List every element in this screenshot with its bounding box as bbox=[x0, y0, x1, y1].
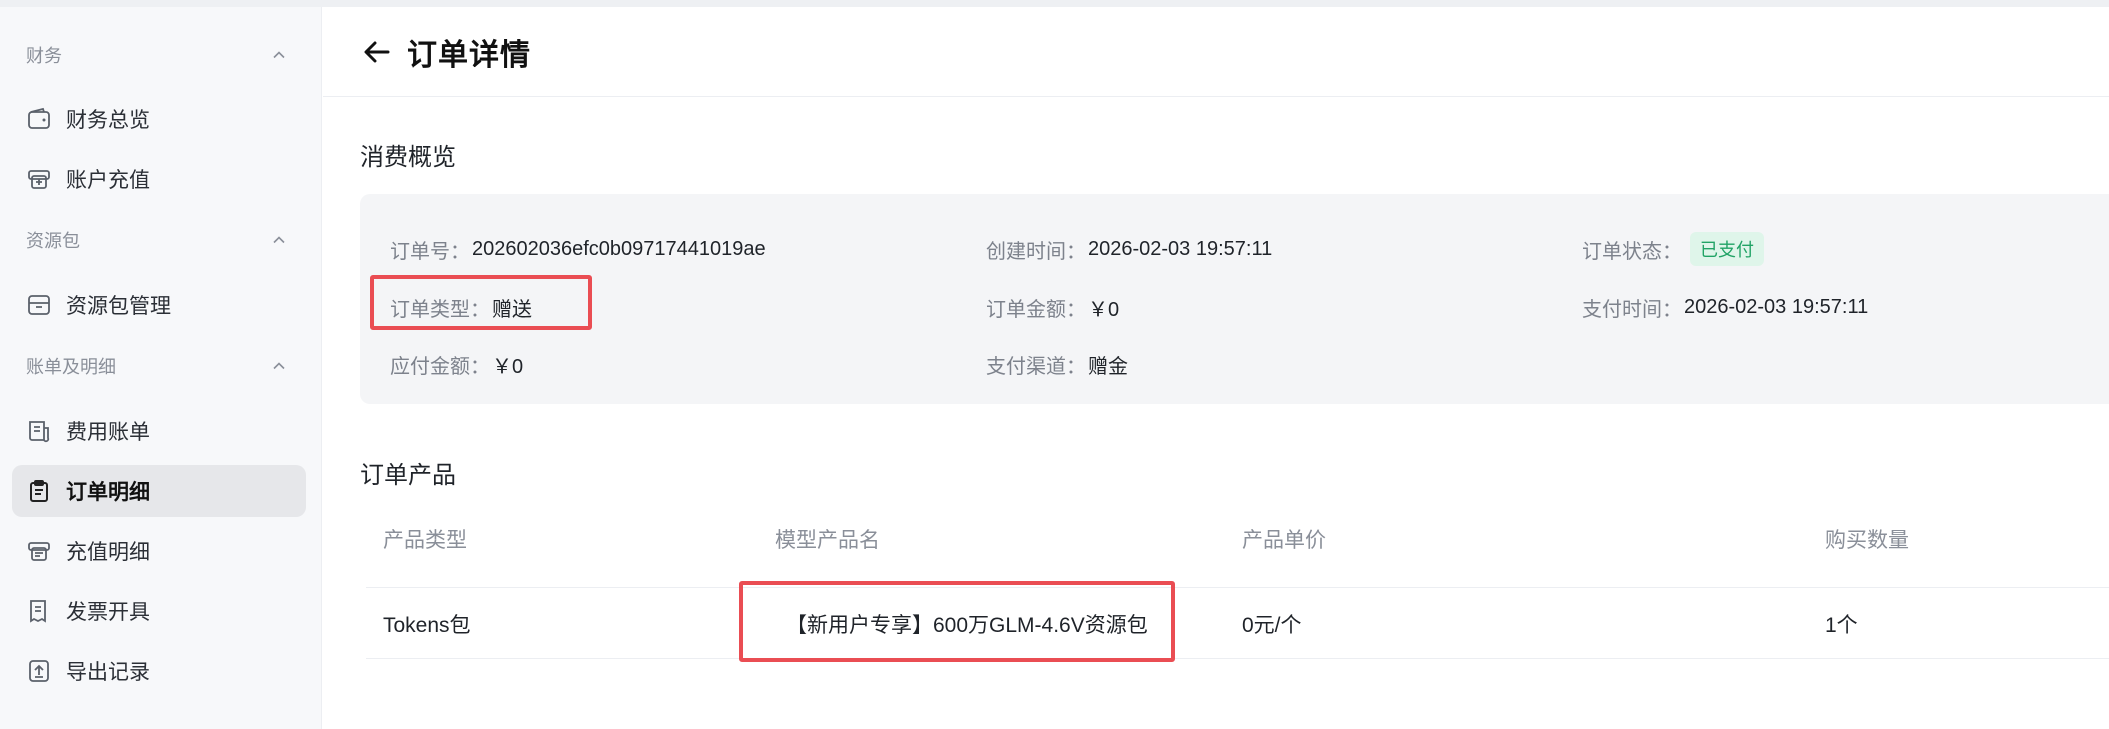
field-label: 支付渠道： bbox=[986, 355, 1086, 378]
recharge-icon bbox=[26, 166, 52, 192]
payment-channel-value: 赠金 bbox=[1088, 355, 1128, 378]
top-strip bbox=[0, 0, 2109, 7]
sidebar-item-label: 资源包管理 bbox=[66, 295, 171, 318]
clipboard-icon bbox=[26, 478, 52, 504]
sidebar-item-label: 订单明细 bbox=[66, 481, 150, 504]
sidebar-section-bills[interactable]: 账单及明细 bbox=[26, 351, 286, 381]
sidebar-item-recharge-detail[interactable]: 充值明细 bbox=[12, 525, 306, 577]
chevron-up-icon bbox=[273, 51, 285, 59]
payable-amount-field: 应付金额： ￥0 bbox=[390, 349, 523, 379]
page-header: 订单详情 bbox=[323, 7, 2109, 97]
sidebar-section-label: 资源包 bbox=[26, 231, 80, 251]
product-type-cell: Tokens包 bbox=[383, 614, 471, 637]
export-icon bbox=[26, 658, 52, 684]
payable-amount-value: ￥0 bbox=[492, 355, 524, 378]
status-badge: 已支付 bbox=[1690, 232, 1764, 266]
sidebar-section-label: 账单及明细 bbox=[26, 357, 116, 377]
payment-channel-field: 支付渠道： 赠金 bbox=[986, 349, 1128, 379]
sidebar-item-label: 发票开具 bbox=[66, 601, 150, 624]
payment-time-value: 2026-02-03 19:57:11 bbox=[1684, 295, 1869, 318]
column-header: 产品类型 bbox=[383, 529, 467, 552]
field-label: 订单号： bbox=[390, 240, 470, 263]
sidebar-item-expense-bill[interactable]: 费用账单 bbox=[12, 405, 306, 457]
sidebar-item-label: 导出记录 bbox=[66, 661, 150, 684]
sidebar-item-resource-pack-manage[interactable]: 资源包管理 bbox=[12, 279, 306, 331]
products-section-title: 订单产品 bbox=[360, 462, 456, 489]
sidebar-section-label: 财务 bbox=[26, 46, 62, 66]
order-amount-value: ￥0 bbox=[1088, 298, 1120, 321]
highlight-box-order-type bbox=[370, 275, 592, 330]
quantity-cell: 1个 bbox=[1825, 614, 1858, 637]
bill-icon bbox=[26, 418, 52, 444]
field-label: 应付金额： bbox=[390, 355, 490, 378]
invoice-icon bbox=[26, 598, 52, 624]
sidebar-item-finance-overview[interactable]: 财务总览 bbox=[12, 93, 306, 145]
sidebar-section-finance[interactable]: 财务 bbox=[26, 40, 286, 70]
created-time-field: 创建时间： 2026-02-03 19:57:11 bbox=[986, 234, 1272, 264]
sidebar-item-label: 充值明细 bbox=[66, 541, 150, 564]
sidebar-item-order-detail[interactable]: 订单明细 bbox=[12, 465, 306, 517]
field-label: 订单金额： bbox=[986, 298, 1086, 321]
order-amount-field: 订单金额： ￥0 bbox=[986, 292, 1119, 322]
back-arrow-icon[interactable] bbox=[361, 36, 393, 68]
field-label: 订单状态： bbox=[1582, 240, 1682, 263]
column-header: 产品单价 bbox=[1242, 529, 1326, 552]
highlight-box-product-name bbox=[739, 581, 1175, 662]
field-label: 支付时间： bbox=[1582, 298, 1682, 321]
package-icon bbox=[26, 292, 52, 318]
main-content: 订单详情 消费概览 订单号： 202602036efc0b09717441019… bbox=[323, 7, 2109, 729]
column-header: 模型产品名 bbox=[775, 529, 880, 552]
field-label: 创建时间： bbox=[986, 240, 1086, 263]
unit-price-cell: 0元/个 bbox=[1242, 614, 1302, 637]
chevron-up-icon bbox=[273, 236, 285, 244]
page-title: 订单详情 bbox=[407, 38, 531, 72]
payment-time-field: 支付时间： 2026-02-03 19:57:11 bbox=[1582, 292, 1868, 322]
sidebar-item-invoice[interactable]: 发票开具 bbox=[12, 585, 306, 637]
sidebar: 财务 财务总览 账户充值 资源包 资源包管理 账单及明细 费用账单 订单明细 充… bbox=[0, 7, 322, 729]
sidebar-item-export-records[interactable]: 导出记录 bbox=[12, 645, 306, 697]
summary-section-title: 消费概览 bbox=[360, 144, 456, 171]
table-row: Tokens包 【新用户专享】600万GLM-4.6V资源包 0元/个 1个 bbox=[366, 587, 2109, 659]
chevron-up-icon bbox=[273, 362, 285, 370]
sidebar-item-recharge[interactable]: 账户充值 bbox=[12, 153, 306, 205]
wallet-icon bbox=[26, 106, 52, 132]
order-summary-panel: 订单号： 202602036efc0b09717441019ae 创建时间： 2… bbox=[360, 194, 2109, 404]
order-status-field: 订单状态： 已支付 bbox=[1582, 232, 1764, 266]
sidebar-section-resource-pack[interactable]: 资源包 bbox=[26, 225, 286, 255]
sidebar-item-label: 费用账单 bbox=[66, 421, 150, 444]
recharge-detail-icon bbox=[26, 538, 52, 564]
sidebar-item-label: 账户充值 bbox=[66, 169, 150, 192]
order-number-value: 202602036efc0b09717441019ae bbox=[472, 237, 766, 260]
column-header: 购买数量 bbox=[1825, 529, 1909, 552]
sidebar-item-label: 财务总览 bbox=[66, 109, 150, 132]
order-number-field: 订单号： 202602036efc0b09717441019ae bbox=[390, 234, 766, 264]
created-time-value: 2026-02-03 19:57:11 bbox=[1088, 237, 1273, 260]
